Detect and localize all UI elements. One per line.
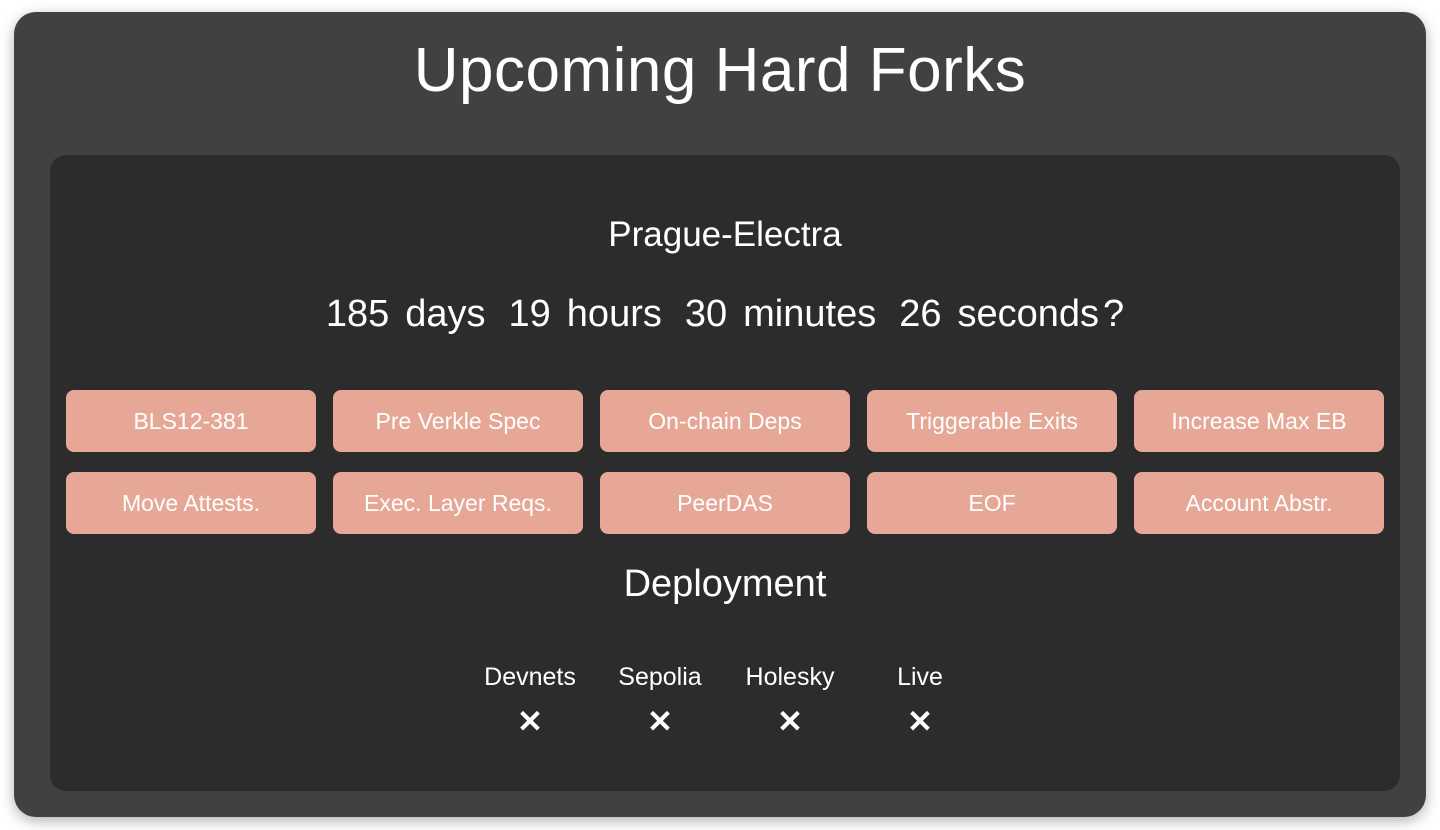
deployment-stage-label: Live xyxy=(897,663,943,691)
deployment-stage-label: Sepolia xyxy=(618,663,702,691)
cross-icon: ✕ xyxy=(907,704,933,739)
feature-tag[interactable]: Account Abstr. xyxy=(1134,472,1384,534)
cross-icon: ✕ xyxy=(777,704,803,739)
countdown-seconds-label: seconds xyxy=(957,293,1100,335)
feature-tag[interactable]: EOF xyxy=(867,472,1117,534)
countdown-hours-value: 19 xyxy=(508,293,551,335)
feature-tag-list: BLS12-381 Pre Verkle Spec On-chain Deps … xyxy=(66,390,1384,554)
feature-tag[interactable]: Pre Verkle Spec xyxy=(333,390,583,452)
deployment-stage-devnets: Devnets ✕ xyxy=(465,663,595,739)
countdown-minutes-value: 30 xyxy=(684,293,728,335)
deployment-stage-holesky: Holesky ✕ xyxy=(725,663,855,739)
deployment-stage-label: Holesky xyxy=(745,663,835,691)
feature-tag[interactable]: PeerDAS xyxy=(600,472,850,534)
cross-icon: ✕ xyxy=(647,704,673,739)
countdown-uncertainty-marker: ? xyxy=(1103,293,1125,335)
countdown-hours-label: hours xyxy=(566,293,662,335)
countdown-timer: 185 days 19 hours 30 minutes 26 seconds? xyxy=(50,252,1400,333)
fork-panel: Prague-Electra 185 days 19 hours 30 minutes 26… xyxy=(50,155,1400,791)
deployment-stage-live: Live ✕ xyxy=(855,663,985,739)
deployment-stage-label: Devnets xyxy=(484,663,576,691)
deployment-status-grid: Devnets ✕ Sepolia ✕ Holesky ✕ Live ✕ xyxy=(50,663,1400,739)
countdown-days-value: 185 xyxy=(325,293,390,335)
feature-tag[interactable]: Exec. Layer Reqs. xyxy=(333,472,583,534)
feature-tag-row: Move Attests. Exec. Layer Reqs. PeerDAS … xyxy=(66,472,1384,534)
page-root: Upcoming Hard Forks Prague-Electra 185 da… xyxy=(0,0,1440,830)
feature-tag[interactable]: Triggerable Exits xyxy=(867,390,1117,452)
fork-name: Prague-Electra xyxy=(608,215,842,254)
countdown-seconds-value: 26 xyxy=(899,293,942,335)
countdown-minutes-label: minutes xyxy=(743,293,877,335)
feature-tag[interactable]: Move Attests. xyxy=(66,472,316,534)
feature-tag[interactable]: BLS12-381 xyxy=(66,390,316,452)
countdown-days-label: days xyxy=(405,293,486,335)
feature-tag-row: BLS12-381 Pre Verkle Spec On-chain Deps … xyxy=(66,390,1384,452)
deployment-heading: Deployment xyxy=(623,563,827,605)
cross-icon: ✕ xyxy=(517,704,543,739)
feature-tag[interactable]: On-chain Deps xyxy=(600,390,850,452)
deployment-stage-sepolia: Sepolia ✕ xyxy=(595,663,725,739)
hard-forks-card: Upcoming Hard Forks Prague-Electra 185 da… xyxy=(14,12,1426,817)
page-title: Upcoming Hard Forks xyxy=(413,36,1027,105)
feature-tag[interactable]: Increase Max EB xyxy=(1134,390,1384,452)
